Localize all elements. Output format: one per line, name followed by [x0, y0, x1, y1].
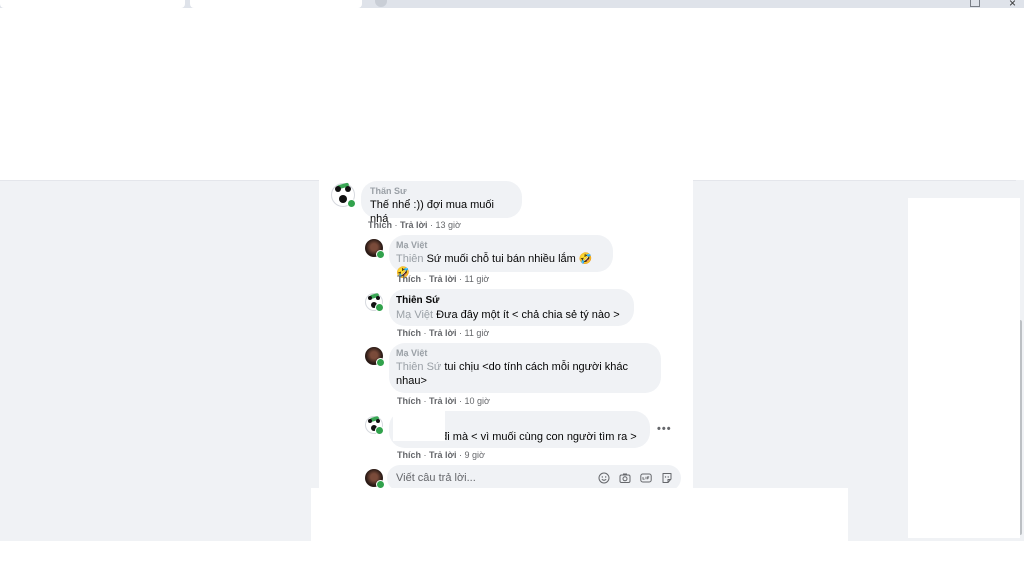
- redacted-header-area: [0, 8, 1024, 181]
- like-link[interactable]: Thích: [397, 328, 421, 338]
- comment-body: Thiên Sứ tui chịu <do tính cách mỗi ngườ…: [396, 360, 650, 388]
- comment-time[interactable]: 11 giờ: [464, 328, 489, 338]
- commenter-name[interactable]: Mạ Việt: [396, 349, 650, 357]
- comment-time[interactable]: 13 giờ: [435, 220, 460, 230]
- reply-link[interactable]: Trả lời: [429, 274, 456, 284]
- comment-text: đi mà < vì muối cùng con người tìm ra >: [441, 431, 637, 443]
- like-link[interactable]: Thích: [368, 220, 392, 230]
- comment-time[interactable]: 10 giờ: [464, 396, 489, 406]
- more-options-icon[interactable]: •••: [657, 423, 672, 435]
- browser-tab-active[interactable]: [190, 0, 362, 8]
- mentioned-user[interactable]: Thiên: [396, 253, 424, 265]
- sticker-icon[interactable]: [661, 472, 673, 484]
- comment-bubble: Thiên Sứ Mạ Việt Đưa đây một ít < chả ch…: [389, 289, 634, 326]
- comment-actions: Thích · Trả lời · 9 giờ: [397, 450, 485, 460]
- comment-actions: Thích · Trả lời · 13 giờ: [368, 220, 461, 230]
- online-status-dot: [376, 250, 385, 259]
- browser-tab[interactable]: [0, 0, 185, 8]
- redacted-strip: [0, 72, 8, 120]
- browser-tab-strip: ×: [0, 0, 1024, 10]
- online-status-dot: [376, 358, 385, 367]
- redacted-sidebar: [908, 198, 1020, 538]
- mentioned-user[interactable]: Thiên Sứ: [396, 361, 441, 373]
- commenter-name[interactable]: Thiên Sứ: [396, 295, 623, 307]
- restore-window-icon[interactable]: [970, 0, 980, 7]
- mentioned-user[interactable]: Mạ Việt: [396, 309, 433, 321]
- my-avatar: [365, 469, 385, 489]
- like-link[interactable]: Thích: [397, 450, 421, 460]
- reply-link[interactable]: Trả lời: [429, 328, 456, 338]
- reply-link[interactable]: Trả lời: [429, 450, 456, 460]
- redacted-name: [393, 411, 445, 441]
- online-status-dot: [375, 303, 384, 312]
- separator: ·: [423, 328, 427, 338]
- separator: ·: [458, 396, 462, 406]
- online-status-dot: [375, 426, 384, 435]
- avatar[interactable]: [365, 239, 385, 259]
- comment-actions: Thích · Trả lời · 11 giờ: [397, 328, 489, 338]
- online-status-dot: [347, 199, 356, 208]
- separator: ·: [458, 328, 462, 338]
- reply-link[interactable]: Trả lời: [400, 220, 427, 230]
- avatar[interactable]: [365, 347, 385, 367]
- comment-actions: Thích · Trả lời · 10 giờ: [397, 396, 490, 406]
- like-link[interactable]: Thích: [397, 396, 421, 406]
- comment-bubble: Thấn Sư Thế nhể :)) đợi mua muối nhá: [361, 181, 522, 225]
- camera-icon[interactable]: [619, 472, 631, 484]
- comment-actions: Thích · Trả lời · 11 giờ: [397, 274, 489, 284]
- comment-body: Mạ Việt Đưa đây một ít < chả chia sẻ tý …: [396, 308, 623, 322]
- comment-time[interactable]: 9 giờ: [464, 450, 484, 460]
- avatar[interactable]: [365, 415, 384, 435]
- separator: ·: [458, 274, 462, 284]
- new-tab-icon[interactable]: [375, 0, 387, 7]
- redacted-area: [311, 488, 848, 541]
- separator: ·: [423, 450, 427, 460]
- separator: ·: [458, 450, 462, 460]
- like-link[interactable]: Thích: [397, 274, 421, 284]
- commenter-name[interactable]: Thấn Sư: [370, 187, 511, 195]
- page-footer-area: [0, 541, 1024, 576]
- gif-icon[interactable]: [640, 472, 652, 484]
- emoji-icon[interactable]: [598, 472, 610, 484]
- reply-link[interactable]: Trả lời: [429, 396, 456, 406]
- separator: ·: [429, 220, 433, 230]
- commenter-name[interactable]: Mạ Việt: [396, 241, 602, 249]
- separator: ·: [423, 396, 427, 406]
- avatar[interactable]: [365, 292, 384, 312]
- comment-bubble: Mạ Việt Thiên Sứ muối chỗ tui bán nhiều …: [389, 235, 613, 279]
- separator: ·: [423, 274, 427, 284]
- reply-placeholder: Viết câu trả lời...: [396, 472, 476, 484]
- comment-time[interactable]: 11 giờ: [464, 274, 489, 284]
- comment-bubble: Mạ Việt Thiên Sứ tui chịu <do tính cách …: [389, 343, 661, 393]
- comment-text: Đưa đây một ít < chả chia sẻ tý nào >: [436, 309, 620, 321]
- separator: ·: [394, 220, 398, 230]
- avatar[interactable]: [331, 182, 356, 208]
